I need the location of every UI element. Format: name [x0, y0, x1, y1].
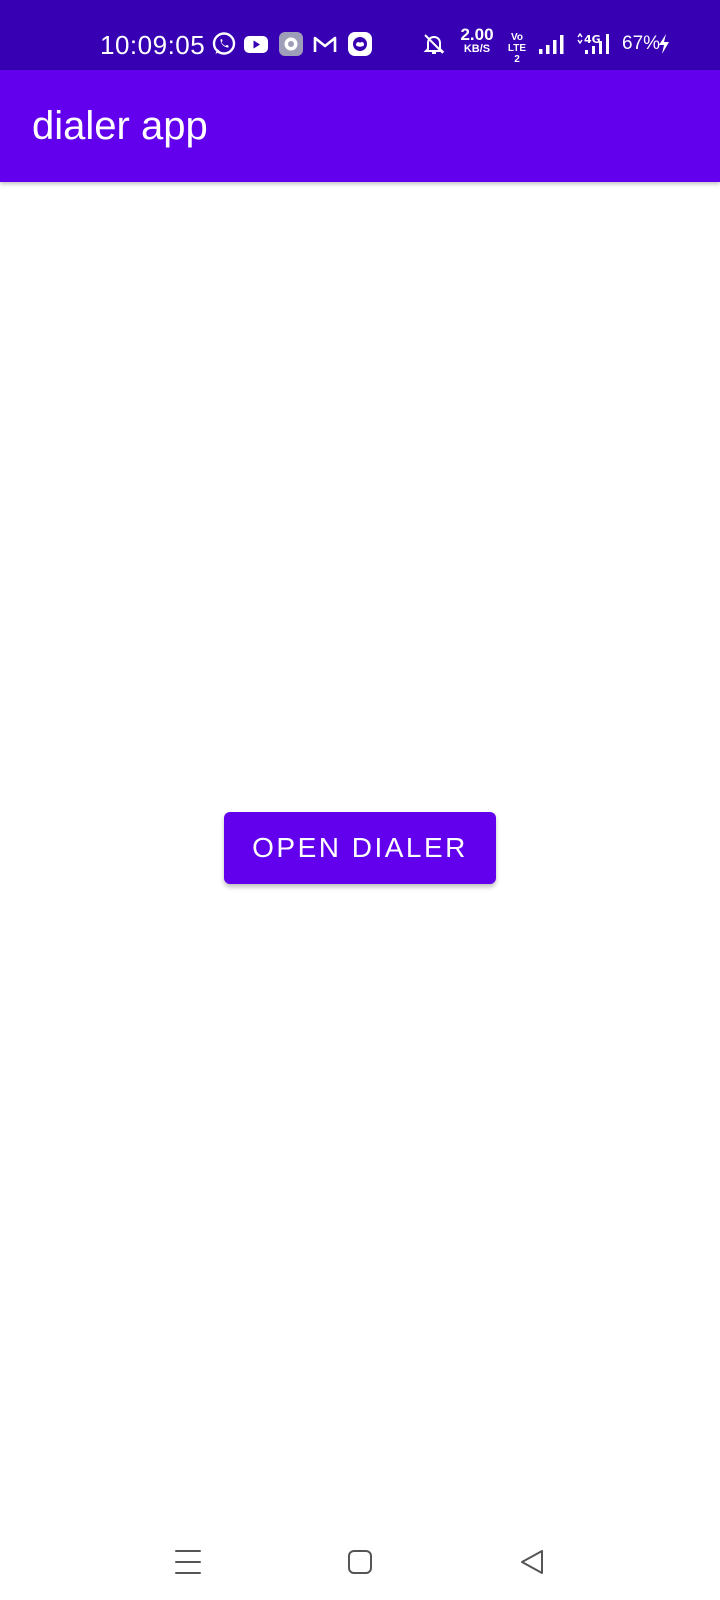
settings-app-icon	[278, 31, 304, 57]
charging-bolt-icon	[656, 31, 672, 57]
back-button[interactable]	[508, 1538, 556, 1586]
network-type-label: 4G	[584, 33, 601, 46]
status-bar: 10:09:05 2.00 KB/S Vo LTE 2 4G 67%	[0, 0, 720, 70]
home-icon	[348, 1550, 372, 1574]
cloud-app-icon	[347, 31, 373, 57]
menu-icon	[175, 1550, 201, 1574]
network-speed-unit: KB/S	[463, 43, 491, 55]
menu-button[interactable]	[164, 1538, 212, 1586]
signal-icon	[537, 31, 567, 57]
volte-indicator: Vo LTE 2	[504, 32, 530, 65]
volte-line1: Vo	[510, 32, 524, 43]
navigation-bar	[0, 1500, 720, 1600]
bell-off-icon	[421, 31, 447, 57]
back-icon	[521, 1550, 543, 1574]
volte-line2: LTE 2	[507, 43, 527, 65]
app-title: dialer app	[32, 104, 208, 148]
network-speed-value: 2.00	[460, 25, 494, 44]
status-time: 10:09:05	[100, 30, 206, 60]
network-speed: 2.00 KB/S	[457, 25, 497, 56]
open-dialer-button[interactable]: OPEN DIALER	[224, 812, 496, 884]
signal-4g-icon: 4G	[576, 31, 618, 57]
gmail-icon	[312, 31, 338, 57]
home-button[interactable]	[336, 1538, 384, 1586]
whatsapp-icon	[211, 31, 237, 57]
app-bar: dialer app	[0, 70, 720, 182]
youtube-icon	[243, 31, 269, 57]
battery-percent: 67%	[622, 33, 661, 54]
